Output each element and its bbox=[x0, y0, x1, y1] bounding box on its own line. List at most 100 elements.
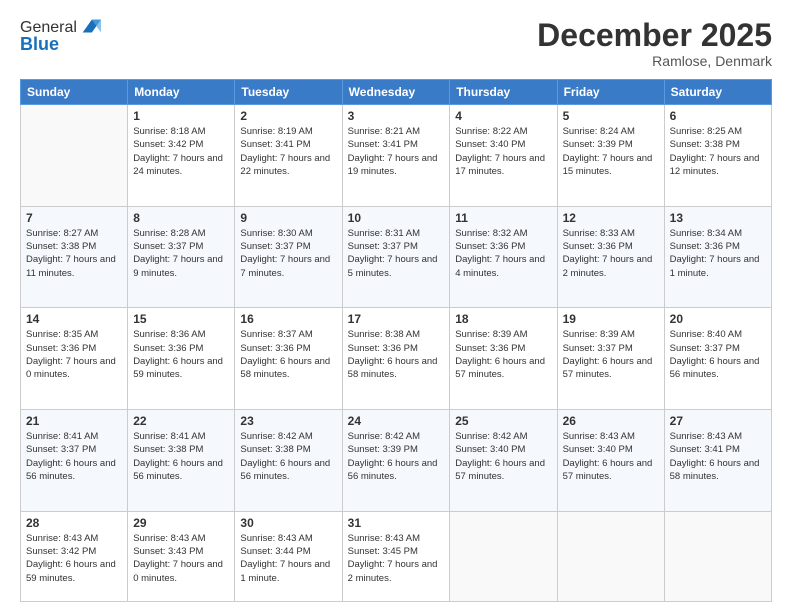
col-thursday: Thursday bbox=[450, 80, 557, 105]
table-row: 20Sunrise: 8:40 AMSunset: 3:37 PMDayligh… bbox=[664, 308, 771, 410]
day-info: Sunrise: 8:35 AMSunset: 3:36 PMDaylight:… bbox=[26, 328, 122, 381]
day-number: 12 bbox=[563, 211, 659, 225]
day-number: 27 bbox=[670, 414, 766, 428]
table-row: 9Sunrise: 8:30 AMSunset: 3:37 PMDaylight… bbox=[235, 206, 342, 308]
day-number: 26 bbox=[563, 414, 659, 428]
day-number: 14 bbox=[26, 312, 122, 326]
day-number: 24 bbox=[348, 414, 445, 428]
day-number: 3 bbox=[348, 109, 445, 123]
day-number: 16 bbox=[240, 312, 336, 326]
table-row: 21 Sunrise: 8:41 AMSunset: 3:37 PMDayligh… bbox=[21, 410, 128, 512]
day-number: 28 bbox=[26, 516, 122, 530]
header-right: December 2025 Ramlose, Denmark bbox=[537, 18, 772, 69]
table-row: 26 Sunrise: 8:43 AMSunset: 3:40 PMDayligh… bbox=[557, 410, 664, 512]
day-number: 2 bbox=[240, 109, 336, 123]
day-info: Sunrise: 8:41 AMSunset: 3:38 PMDaylight:… bbox=[133, 430, 229, 483]
day-info: Sunrise: 8:42 AMSunset: 3:40 PMDaylight:… bbox=[455, 430, 551, 483]
day-info: Sunrise: 8:31 AMSunset: 3:37 PMDaylight:… bbox=[348, 227, 445, 280]
table-row: 17 Sunrise: 8:38 AMSunset: 3:36 PMDayligh… bbox=[342, 308, 450, 410]
table-row bbox=[664, 511, 771, 601]
day-number: 9 bbox=[240, 211, 336, 225]
table-row: 2 Sunrise: 8:19 AMSunset: 3:41 PMDaylight… bbox=[235, 105, 342, 207]
day-number: 17 bbox=[348, 312, 445, 326]
table-row: 8Sunrise: 8:28 AMSunset: 3:37 PMDaylight… bbox=[128, 206, 235, 308]
day-info: Sunrise: 8:32 AMSunset: 3:36 PMDaylight:… bbox=[455, 227, 551, 280]
day-number: 10 bbox=[348, 211, 445, 225]
day-number: 6 bbox=[670, 109, 766, 123]
day-info: Sunrise: 8:19 AMSunset: 3:41 PMDaylight:… bbox=[240, 125, 336, 178]
day-info: Sunrise: 8:41 AMSunset: 3:37 PMDaylight:… bbox=[26, 430, 122, 483]
day-info: Sunrise: 8:43 AMSunset: 3:41 PMDaylight:… bbox=[670, 430, 766, 483]
table-row bbox=[21, 105, 128, 207]
day-number: 29 bbox=[133, 516, 229, 530]
day-info: Sunrise: 8:22 AMSunset: 3:40 PMDaylight:… bbox=[455, 125, 551, 178]
day-number: 5 bbox=[563, 109, 659, 123]
table-row: 19Sunrise: 8:39 AMSunset: 3:37 PMDayligh… bbox=[557, 308, 664, 410]
col-monday: Monday bbox=[128, 80, 235, 105]
day-info: Sunrise: 8:36 AMSunset: 3:36 PMDaylight:… bbox=[133, 328, 229, 381]
day-number: 7 bbox=[26, 211, 122, 225]
table-row bbox=[450, 511, 557, 601]
col-saturday: Saturday bbox=[664, 80, 771, 105]
day-info: Sunrise: 8:42 AMSunset: 3:39 PMDaylight:… bbox=[348, 430, 445, 483]
location: Ramlose, Denmark bbox=[537, 53, 772, 69]
calendar: Sunday Monday Tuesday Wednesday Thursday… bbox=[20, 79, 772, 602]
table-row: 11 Sunrise: 8:32 AMSunset: 3:36 PMDayligh… bbox=[450, 206, 557, 308]
day-number: 21 bbox=[26, 414, 122, 428]
day-number: 15 bbox=[133, 312, 229, 326]
day-number: 18 bbox=[455, 312, 551, 326]
day-number: 4 bbox=[455, 109, 551, 123]
col-sunday: Sunday bbox=[21, 80, 128, 105]
table-row: 12Sunrise: 8:33 AMSunset: 3:36 PMDayligh… bbox=[557, 206, 664, 308]
table-row: 23Sunrise: 8:42 AMSunset: 3:38 PMDayligh… bbox=[235, 410, 342, 512]
table-row: 28 Sunrise: 8:43 AMSunset: 3:42 PMDayligh… bbox=[21, 511, 128, 601]
col-wednesday: Wednesday bbox=[342, 80, 450, 105]
table-row: 15 Sunrise: 8:36 AMSunset: 3:36 PMDayligh… bbox=[128, 308, 235, 410]
table-row: 25 Sunrise: 8:42 AMSunset: 3:40 PMDayligh… bbox=[450, 410, 557, 512]
table-row: 1 Sunrise: 8:18 AMSunset: 3:42 PMDaylight… bbox=[128, 105, 235, 207]
day-number: 1 bbox=[133, 109, 229, 123]
day-info: Sunrise: 8:43 AMSunset: 3:40 PMDaylight:… bbox=[563, 430, 659, 483]
day-info: Sunrise: 8:43 AMSunset: 3:42 PMDaylight:… bbox=[26, 532, 122, 585]
table-row: 24 Sunrise: 8:42 AMSunset: 3:39 PMDayligh… bbox=[342, 410, 450, 512]
day-number: 11 bbox=[455, 211, 551, 225]
table-row: 6 Sunrise: 8:25 AMSunset: 3:38 PMDaylight… bbox=[664, 105, 771, 207]
logo: General Blue bbox=[20, 18, 101, 55]
day-number: 13 bbox=[670, 211, 766, 225]
day-info: Sunrise: 8:25 AMSunset: 3:38 PMDaylight:… bbox=[670, 125, 766, 178]
day-info: Sunrise: 8:18 AMSunset: 3:42 PMDaylight:… bbox=[133, 125, 229, 178]
day-number: 25 bbox=[455, 414, 551, 428]
day-info: Sunrise: 8:37 AMSunset: 3:36 PMDaylight:… bbox=[240, 328, 336, 381]
table-row: 27 Sunrise: 8:43 AMSunset: 3:41 PMDayligh… bbox=[664, 410, 771, 512]
day-info: Sunrise: 8:43 AMSunset: 3:45 PMDaylight:… bbox=[348, 532, 445, 585]
month-title: December 2025 bbox=[537, 18, 772, 53]
col-friday: Friday bbox=[557, 80, 664, 105]
table-row: 13 Sunrise: 8:34 AMSunset: 3:36 PMDayligh… bbox=[664, 206, 771, 308]
day-info: Sunrise: 8:38 AMSunset: 3:36 PMDaylight:… bbox=[348, 328, 445, 381]
table-row: 4 Sunrise: 8:22 AMSunset: 3:40 PMDaylight… bbox=[450, 105, 557, 207]
day-info: Sunrise: 8:28 AMSunset: 3:37 PMDaylight:… bbox=[133, 227, 229, 280]
table-row: 10 Sunrise: 8:31 AMSunset: 3:37 PMDayligh… bbox=[342, 206, 450, 308]
table-row: 22 Sunrise: 8:41 AMSunset: 3:38 PMDayligh… bbox=[128, 410, 235, 512]
day-info: Sunrise: 8:43 AMSunset: 3:43 PMDaylight:… bbox=[133, 532, 229, 585]
table-row: 31Sunrise: 8:43 AMSunset: 3:45 PMDayligh… bbox=[342, 511, 450, 601]
header: General Blue December 2025 Ramlose, Denm… bbox=[20, 18, 772, 69]
day-number: 22 bbox=[133, 414, 229, 428]
day-info: Sunrise: 8:43 AMSunset: 3:44 PMDaylight:… bbox=[240, 532, 336, 585]
logo-icon bbox=[79, 16, 101, 38]
table-row: 16 Sunrise: 8:37 AMSunset: 3:36 PMDayligh… bbox=[235, 308, 342, 410]
table-row: 18Sunrise: 8:39 AMSunset: 3:36 PMDayligh… bbox=[450, 308, 557, 410]
day-number: 30 bbox=[240, 516, 336, 530]
day-info: Sunrise: 8:24 AMSunset: 3:39 PMDaylight:… bbox=[563, 125, 659, 178]
table-row: 7 Sunrise: 8:27 AMSunset: 3:38 PMDaylight… bbox=[21, 206, 128, 308]
table-row: 3 Sunrise: 8:21 AMSunset: 3:41 PMDaylight… bbox=[342, 105, 450, 207]
day-info: Sunrise: 8:27 AMSunset: 3:38 PMDaylight:… bbox=[26, 227, 122, 280]
day-number: 19 bbox=[563, 312, 659, 326]
table-row: 14 Sunrise: 8:35 AMSunset: 3:36 PMDayligh… bbox=[21, 308, 128, 410]
day-info: Sunrise: 8:34 AMSunset: 3:36 PMDaylight:… bbox=[670, 227, 766, 280]
table-row: 30 Sunrise: 8:43 AMSunset: 3:44 PMDayligh… bbox=[235, 511, 342, 601]
day-number: 20 bbox=[670, 312, 766, 326]
day-number: 23 bbox=[240, 414, 336, 428]
table-row bbox=[557, 511, 664, 601]
day-info: Sunrise: 8:21 AMSunset: 3:41 PMDaylight:… bbox=[348, 125, 445, 178]
